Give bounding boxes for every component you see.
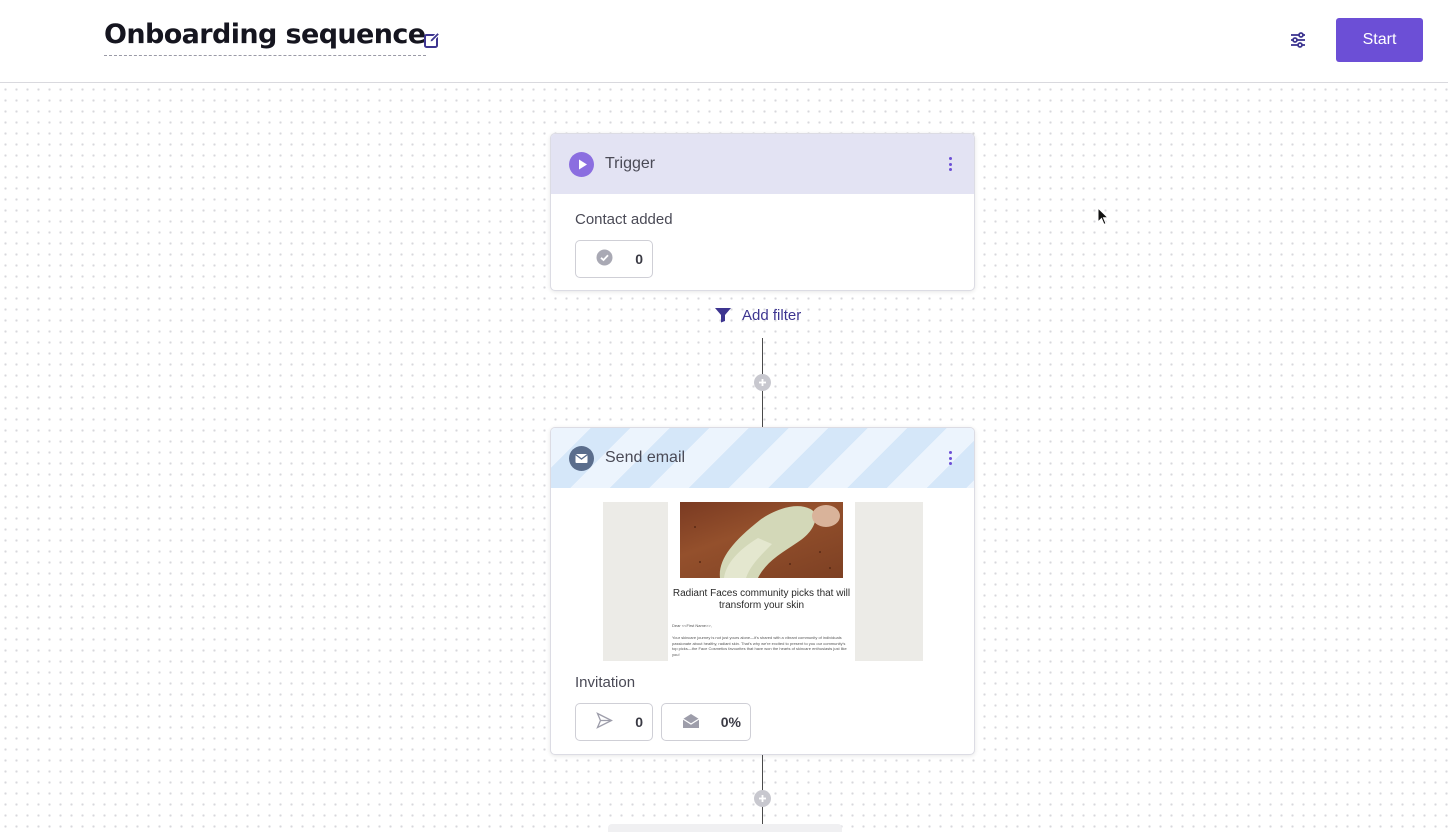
send-email-node-menu-icon[interactable]: [942, 450, 958, 466]
send-email-node-header: Send email: [551, 428, 974, 488]
check-circle-icon: [596, 249, 613, 269]
email-preview-body: Your skincare journey is not just yours …: [672, 635, 847, 657]
email-preview-greeting: Dear <<First Name>>,: [672, 623, 712, 628]
email-preview-page: Radiant Faces community picks that will …: [668, 502, 855, 661]
trigger-count-badge: 0: [575, 240, 653, 278]
workflow-canvas[interactable]: Trigger Contact added 0 Add filter Send …: [0, 84, 1448, 832]
open-rate-badge: 0%: [661, 703, 751, 741]
edit-title-icon[interactable]: [422, 30, 442, 50]
trigger-node[interactable]: Trigger Contact added 0: [550, 133, 975, 291]
send-email-node-title: Send email: [605, 449, 686, 466]
trigger-node-title: Trigger: [605, 155, 656, 172]
trigger-node-label: Contact added: [575, 211, 673, 228]
email-hero-image: [680, 502, 843, 578]
send-icon: [596, 712, 613, 732]
add-step-plus-icon[interactable]: [754, 374, 771, 391]
sent-count-value: 0: [635, 714, 643, 730]
top-bar: Onboarding sequence Start: [0, 0, 1448, 83]
add-step-plus-icon[interactable]: [754, 790, 771, 807]
sequence-title[interactable]: Onboarding sequence: [104, 18, 426, 56]
start-button[interactable]: Start: [1336, 18, 1423, 62]
trigger-node-menu-icon[interactable]: [942, 156, 958, 172]
trigger-count-value: 0: [635, 251, 643, 267]
filter-icon: [715, 308, 731, 323]
add-filter-button[interactable]: Add filter: [714, 304, 801, 326]
next-node-partial: [608, 824, 842, 832]
settings-sliders-icon[interactable]: [1287, 29, 1309, 51]
mouse-cursor-icon: [1097, 206, 1110, 226]
open-rate-value: 0%: [720, 714, 741, 730]
email-preview[interactable]: Radiant Faces community picks that will …: [603, 502, 923, 661]
sent-count-badge: 0: [575, 703, 653, 741]
play-icon: [569, 151, 594, 177]
envelope-icon: [569, 445, 594, 471]
send-email-node[interactable]: Send email Radiant Faces community picks…: [550, 427, 975, 755]
email-preview-heading: Radiant Faces community picks that will …: [672, 588, 851, 611]
add-filter-label: Add filter: [742, 306, 802, 324]
open-envelope-icon: [682, 713, 700, 732]
trigger-node-header: Trigger: [551, 134, 974, 194]
email-name-label: Invitation: [575, 674, 636, 691]
